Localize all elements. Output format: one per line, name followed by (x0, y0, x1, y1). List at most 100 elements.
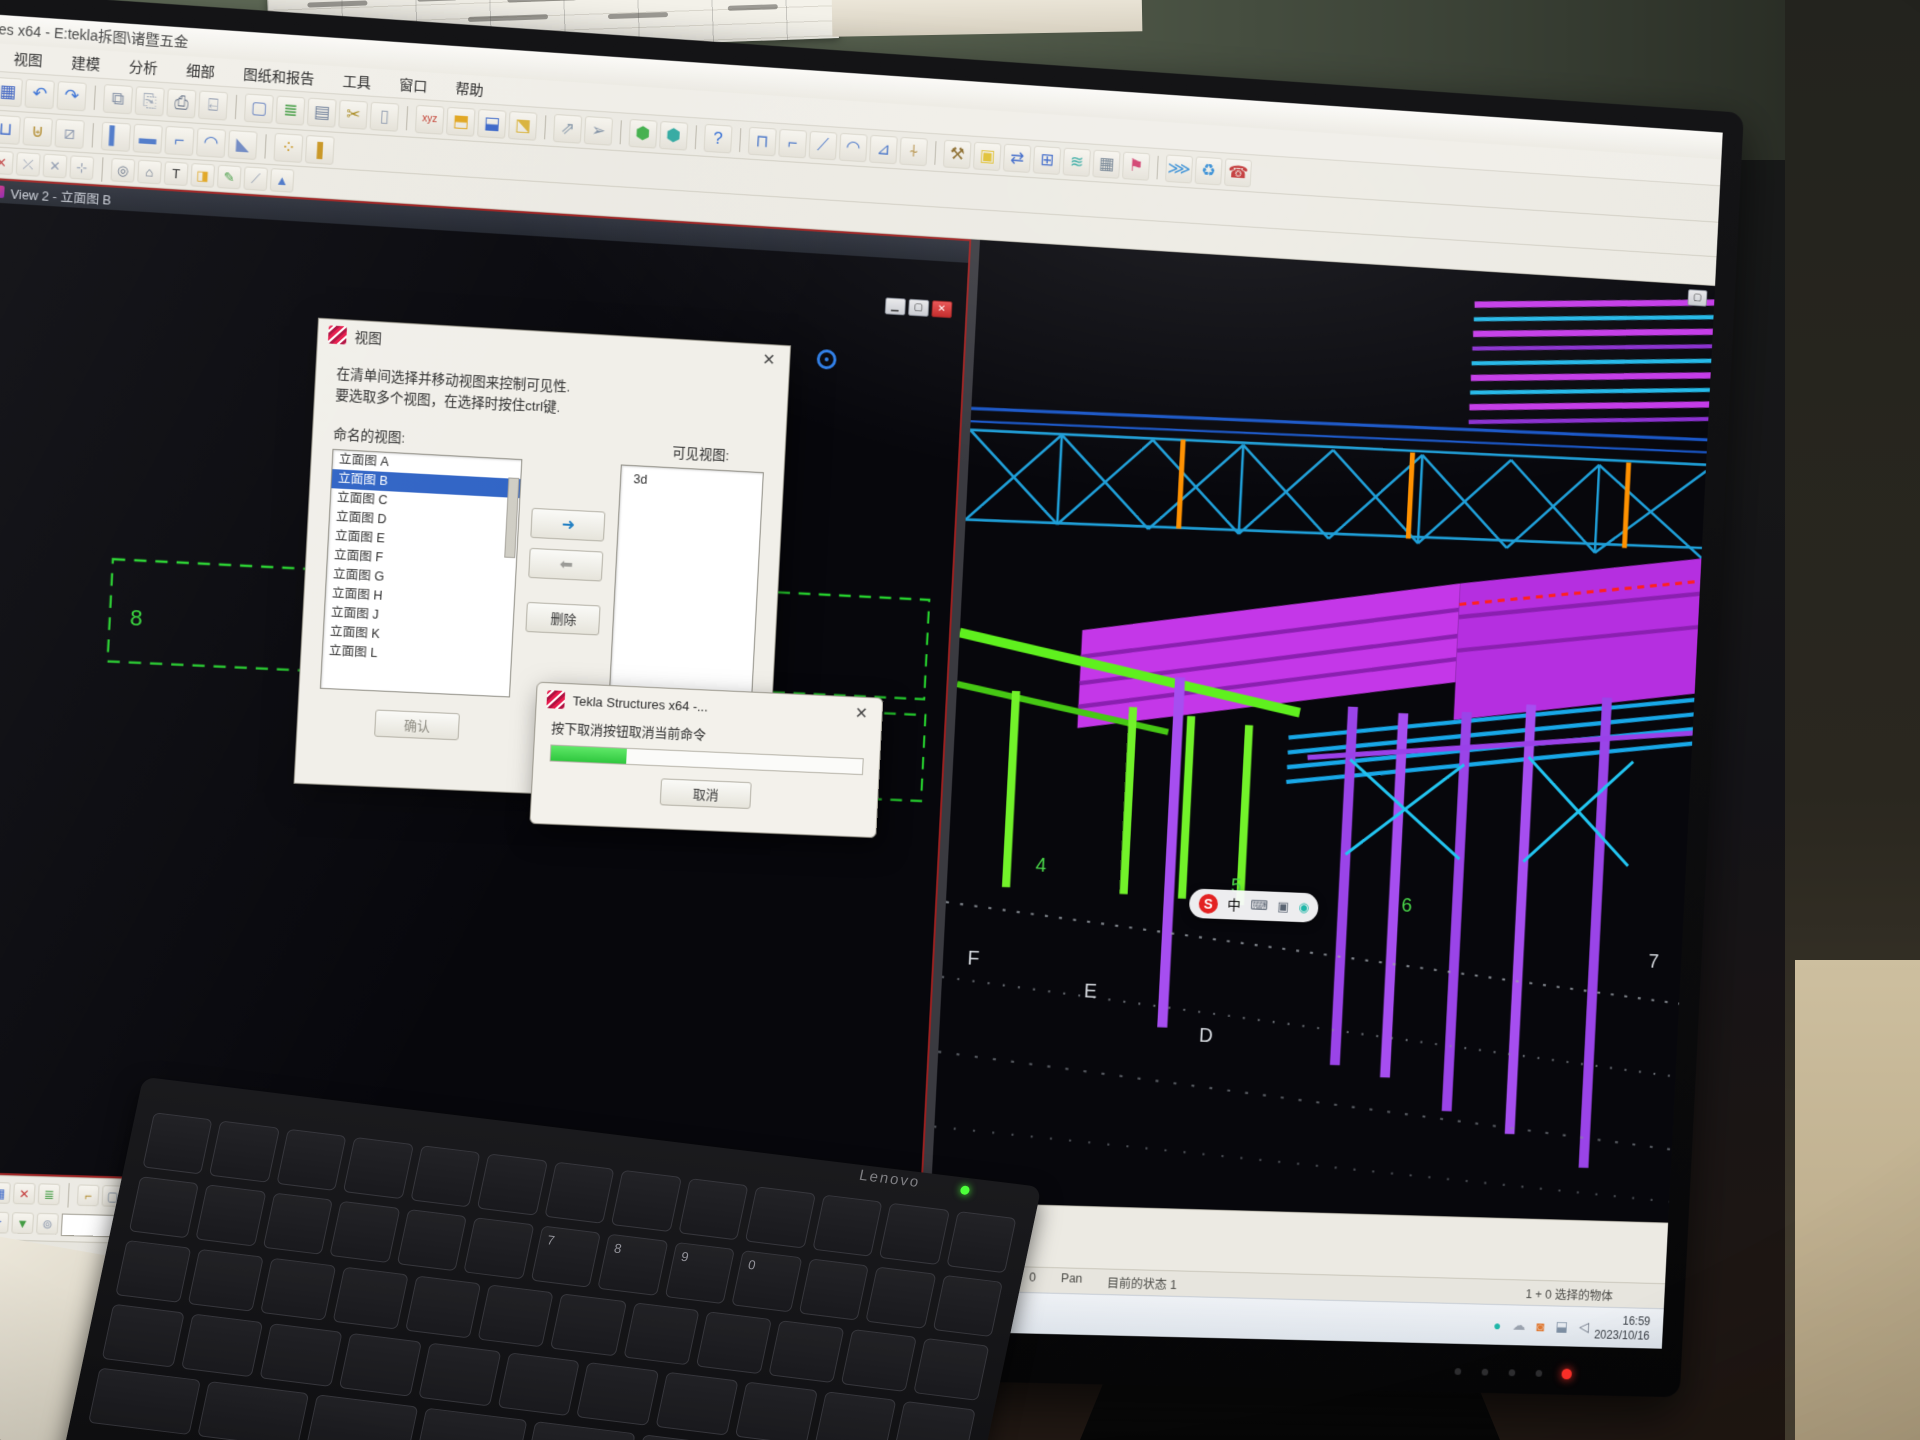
select-icon[interactable]: ⌖ (0, 1211, 9, 1233)
cross1-icon[interactable]: ⤫ (16, 152, 41, 177)
frame-icon[interactable]: ⊓ (748, 126, 777, 156)
move-right-button[interactable]: ➜ (531, 508, 606, 542)
tray-cloud-icon[interactable]: ☁ (1512, 1317, 1526, 1334)
tray-volume-icon[interactable]: ◁ (1579, 1319, 1590, 1336)
menu-item-视图[interactable]: 视图 (1, 45, 56, 73)
maximize-button[interactable]: ▢ (908, 299, 929, 317)
flag-icon[interactable]: ⚑ (1122, 151, 1150, 180)
menu-item-建模[interactable]: 建模 (58, 49, 113, 77)
restore-button[interactable]: ▢ (1687, 289, 1707, 307)
bolt-group-icon[interactable]: ⁘ (273, 132, 303, 162)
folder-blue-icon[interactable]: ⬓ (477, 108, 506, 138)
pen-icon[interactable]: ✎ (217, 165, 242, 190)
move-left-button[interactable]: ⬅ (529, 548, 604, 582)
menu-item-工具[interactable]: 工具 (330, 67, 384, 95)
pin-icon[interactable]: ⍭ (899, 136, 928, 165)
monitor-button[interactable] (1482, 1369, 1489, 1376)
forward-icon[interactable]: ⋙ (1165, 154, 1193, 183)
copy-icon[interactable]: ⧉ (103, 84, 133, 114)
u-blue-icon[interactable]: ⊔ (0, 114, 21, 144)
table-icon[interactable]: ▦ (1092, 149, 1120, 178)
profile3-icon[interactable]: ⌐ (164, 125, 194, 155)
taskbar-clock[interactable]: 16:59 2023/10/16 (1594, 1313, 1651, 1343)
undo-icon[interactable]: ↶ (24, 78, 54, 108)
profile4-icon[interactable]: ◠ (196, 127, 226, 157)
corner-icon[interactable]: ⌐ (778, 128, 807, 158)
point-icon[interactable]: ⊹ (69, 155, 94, 180)
monitor-button[interactable] (1454, 1368, 1461, 1375)
folder-yellow-icon[interactable]: ⬒ (446, 106, 476, 136)
close-button[interactable]: ✕ (931, 300, 952, 318)
inquire-icon[interactable]: ? (704, 123, 733, 153)
folder-gold-icon[interactable]: ⬔ (508, 110, 537, 140)
clipboard-icon[interactable]: ▯ (370, 101, 400, 131)
snap-icon[interactable]: ⊚ (36, 1213, 59, 1235)
save-icon[interactable]: ▦ (0, 76, 23, 106)
menu-item-窗口[interactable]: 窗口 (387, 71, 441, 99)
bottom-tool-icon[interactable]: ⌐ (77, 1184, 100, 1206)
lines-icon[interactable]: ≋ (1063, 147, 1091, 176)
ime-toolbar[interactable]: S 中 ⌨ ▣ ◉ (1189, 888, 1320, 922)
grid-doc-icon[interactable]: ⊞ (1033, 145, 1061, 174)
bottom-tool-icon[interactable]: ≣ (38, 1183, 61, 1205)
phone-icon[interactable]: ☎ (1224, 158, 1252, 187)
named-views-listbox[interactable]: 立面图 A立面图 B立面图 C立面图 D立面图 E立面图 F立面图 G立面图 H… (320, 449, 522, 698)
view-window-3d[interactable]: 4 5 6 F E D 7 (930, 240, 1715, 1223)
bottom-tool-icon[interactable]: ✕ (13, 1183, 36, 1205)
rod-icon[interactable]: ❚ (305, 134, 335, 164)
tray-check-icon[interactable]: ● (1493, 1317, 1502, 1333)
ime-keyboard-icon[interactable]: ⌨ (1250, 898, 1269, 914)
cancel-button[interactable]: 取消 (660, 778, 752, 809)
close-icon[interactable]: ✕ (851, 703, 873, 724)
tray-window-icon[interactable]: ⬓ (1555, 1318, 1568, 1335)
cut-icon[interactable]: ✂ (338, 99, 368, 129)
u-gold-icon[interactable]: ⊎ (22, 116, 52, 146)
ime-mode-indicator[interactable]: 中 (1227, 895, 1241, 915)
doc-icon[interactable]: ⎘ (135, 86, 165, 116)
props-icon[interactable]: ▤ (307, 97, 337, 127)
profile1-icon[interactable]: ▍ (101, 121, 131, 151)
delete-button[interactable]: 删除 (526, 602, 601, 636)
list-icon[interactable]: ≣ (275, 95, 305, 125)
confirm-button[interactable]: 确认 (374, 709, 460, 740)
bottom-tool-icon[interactable]: ▦ (0, 1182, 11, 1204)
cross2-icon[interactable]: ✕ (43, 154, 68, 179)
hammer-icon[interactable]: ⚒ (943, 139, 972, 168)
arrow-icon[interactable]: ➢ (584, 115, 613, 145)
refresh-icon[interactable]: ♻ (1195, 156, 1223, 185)
profile5-icon[interactable]: ◣ (228, 129, 258, 159)
arc-icon[interactable]: ◠ (839, 132, 868, 161)
ime-picture-icon[interactable]: ▣ (1277, 899, 1289, 915)
profile2-icon[interactable]: ▬ (133, 123, 163, 153)
menu-item-细部[interactable]: 细部 (173, 57, 227, 85)
delete-red-icon[interactable]: ✕ (0, 150, 14, 175)
open-icon[interactable]: ⍇ (198, 90, 228, 120)
minimize-button[interactable]: ▁ (884, 297, 905, 315)
tray-mail-icon[interactable]: ◙ (1536, 1318, 1545, 1334)
ime-profile-icon[interactable]: ◉ (1298, 900, 1310, 916)
filter-icon[interactable]: ▼ (11, 1212, 34, 1234)
text-icon[interactable]: T (164, 161, 189, 186)
monitor-button[interactable] (1535, 1370, 1542, 1377)
new-view-icon[interactable]: ▢ (244, 93, 274, 123)
hatch-icon[interactable]: ⧄ (54, 118, 84, 148)
cube-teal-icon[interactable]: ⬢ (659, 120, 688, 150)
wedge-icon[interactable]: ⊿ (869, 134, 898, 163)
slope-icon[interactable]: ⟋ (243, 166, 268, 191)
menu-item-帮助[interactable]: 帮助 (443, 75, 496, 103)
stack-icon[interactable]: ▣ (973, 141, 1001, 170)
box-icon[interactable]: ◨ (190, 163, 215, 188)
tri-icon[interactable]: ▲ (270, 168, 295, 193)
arrow-ne-icon[interactable]: ⇗ (553, 113, 582, 143)
print-icon[interactable]: ⎙ (166, 88, 196, 118)
swap-icon[interactable]: ⇄ (1003, 143, 1031, 172)
visible-view-item[interactable]: 3d (627, 470, 763, 496)
xyz-icon[interactable]: xyz (415, 104, 445, 134)
menu-item-分析[interactable]: 分析 (116, 53, 171, 81)
home-icon[interactable]: ⌂ (137, 160, 162, 185)
redo-icon[interactable]: ↷ (56, 81, 86, 111)
sogou-logo-icon[interactable]: S (1198, 894, 1218, 914)
monitor-button[interactable] (1509, 1369, 1516, 1376)
menu-item-图纸和报告[interactable]: 图纸和报告 (231, 61, 328, 92)
eye-icon[interactable]: ◎ (110, 158, 135, 183)
